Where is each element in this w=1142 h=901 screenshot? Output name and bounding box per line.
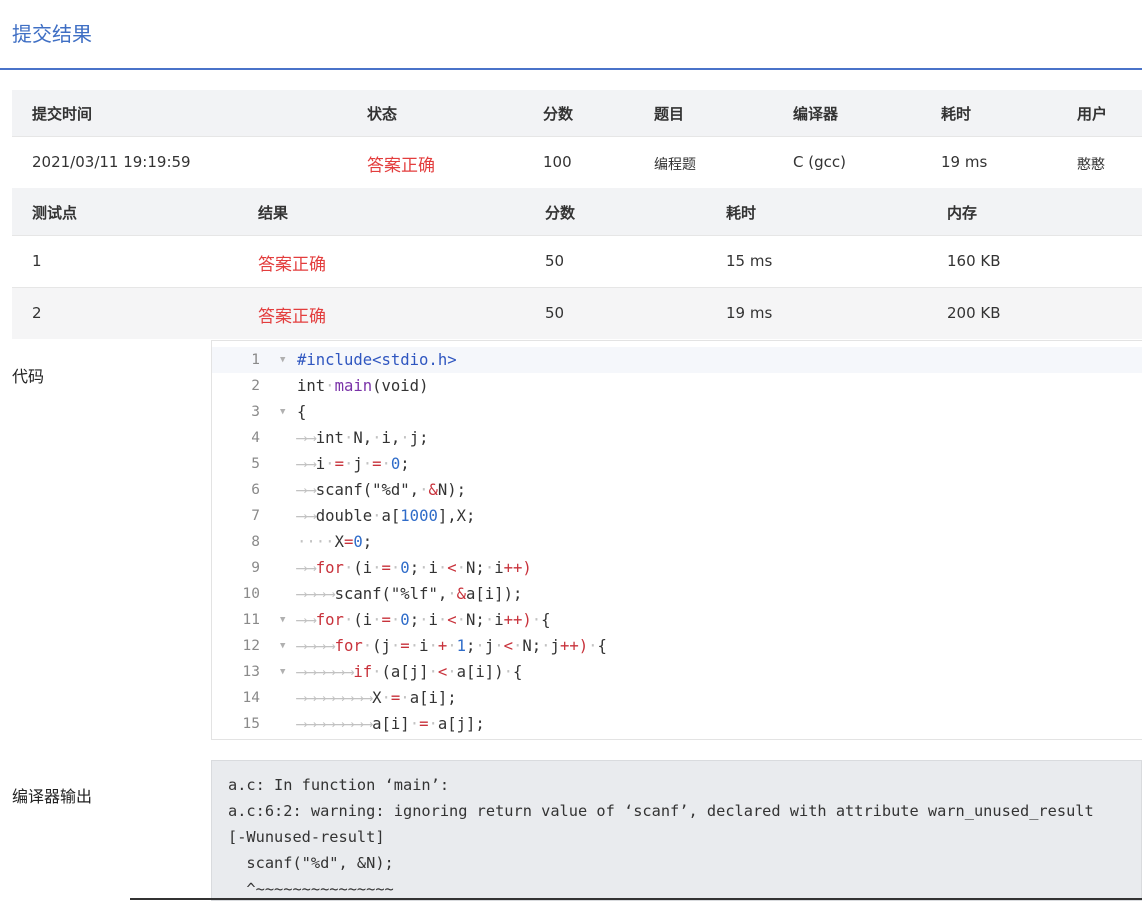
testcase-time: 19 ms — [726, 304, 773, 322]
testcase-row: 2 答案正确 50 19 ms 200 KB — [12, 287, 1142, 339]
fold-toggle-icon[interactable]: ▼ — [280, 659, 285, 685]
code-text: #include<stdio.h> — [297, 351, 457, 369]
code-line: 15 ⟶⟶⟶⟶⟶⟶⟶⟶a[i]·=·a[j]; — [212, 711, 1142, 737]
code-text: { — [297, 403, 307, 421]
line-number: 2 — [251, 378, 260, 394]
testcase-score: 50 — [545, 252, 565, 270]
submission-compiler: C (gcc) — [793, 153, 846, 171]
fold-toggle-icon[interactable]: ▼ — [280, 633, 285, 659]
line-number: 4 — [251, 430, 260, 446]
testcase-memory: 200 KB — [947, 304, 1001, 322]
line-number: 7 — [251, 508, 260, 524]
page-header: 提交结果 — [0, 0, 1142, 70]
code-text: ⟶⟶for·(i·=·0;·i·<·N;·i++)·{ — [297, 611, 551, 629]
page-title: 提交结果 — [12, 22, 92, 46]
testcase-score: 50 — [545, 304, 565, 322]
header-elapsed: 耗时 — [941, 105, 972, 123]
compiler-output: a.c: In function ‘main’: a.c:6:2: warnin… — [211, 760, 1142, 901]
code-line: 13 ▼ ⟶⟶⟶⟶⟶⟶if·(a[j]·<·a[i])·{ — [212, 659, 1142, 685]
testcase-result: 答案正确 — [258, 307, 326, 327]
header-problem: 题目 — [654, 105, 685, 123]
header-compiler: 编译器 — [793, 105, 839, 123]
line-number: 11 — [242, 612, 260, 628]
line-number: 13 — [242, 664, 260, 680]
testcase-header-row: 测试点 结果 分数 耗时 内存 — [12, 188, 1142, 235]
code-label: 代码 — [12, 367, 45, 386]
code-text: ⟶⟶int·N,·i,·j; — [297, 429, 429, 447]
code-line: 10 ⟶⟶⟶⟶scanf("%lf",·&a[i]); — [212, 581, 1142, 607]
header-tc-time: 耗时 — [726, 204, 757, 222]
code-line: 11 ▼ ⟶⟶for·(i·=·0;·i·<·N;·i++)·{ — [212, 607, 1142, 633]
submission-elapsed: 19 ms — [941, 153, 988, 171]
line-number: 9 — [251, 560, 260, 576]
header-testcase: 测试点 — [32, 204, 78, 222]
compiler-output-label: 编译器输出 — [12, 787, 93, 806]
code-text: ⟶⟶i·=·j·=·0; — [297, 455, 410, 473]
code-line: 3 ▼ { — [212, 399, 1142, 425]
header-status: 状态 — [367, 105, 398, 123]
fold-toggle-icon[interactable]: ▼ — [280, 347, 285, 373]
code-text: ⟶⟶⟶⟶⟶⟶⟶⟶a[i]·=·a[j]; — [297, 715, 485, 733]
code-line: 6 ⟶⟶scanf("%d",·&N); — [212, 477, 1142, 503]
line-number: 12 — [242, 638, 260, 654]
code-text: int·main(void) — [297, 377, 429, 395]
submission-header-row: 提交时间 状态 分数 题目 编译器 耗时 用户 — [12, 90, 1142, 136]
line-number: 6 — [251, 482, 260, 498]
line-number: 15 — [242, 716, 260, 732]
testcase-id: 2 — [32, 304, 42, 322]
header-memory: 内存 — [947, 204, 978, 222]
code-text: ⟶⟶scanf("%d",·&N); — [297, 481, 467, 499]
submission-row: 2021/03/11 19:19:59 答案正确 100 编程题 C (gcc)… — [12, 136, 1142, 188]
code-line: 8 ····X=0; — [212, 529, 1142, 555]
code-line: 7 ⟶⟶double·a[1000],X; — [212, 503, 1142, 529]
header-result: 结果 — [258, 204, 289, 222]
line-number: 10 — [242, 586, 260, 602]
fold-toggle-icon[interactable]: ▼ — [280, 399, 285, 425]
header-tc-score: 分数 — [545, 204, 576, 222]
submission-time: 2021/03/11 19:19:59 — [32, 153, 191, 171]
code-text: ⟶⟶⟶⟶⟶⟶⟶⟶X·=·a[i]; — [297, 689, 457, 707]
submission-problem[interactable]: 编程题 — [654, 154, 696, 174]
code-text: ⟶⟶double·a[1000],X; — [297, 507, 476, 525]
header-user: 用户 — [1077, 105, 1108, 123]
page-bottom-rule — [130, 898, 1142, 900]
code-text: ····X=0; — [297, 533, 373, 551]
code-line: 14 ⟶⟶⟶⟶⟶⟶⟶⟶X·=·a[i]; — [212, 685, 1142, 711]
line-number: 1 — [251, 352, 260, 368]
line-number: 14 — [242, 690, 260, 706]
testcase-result: 答案正确 — [258, 255, 326, 275]
code-line: 5 ⟶⟶i·=·j·=·0; — [212, 451, 1142, 477]
line-number: 8 — [251, 534, 260, 550]
submission-user[interactable]: 憨憨 — [1077, 154, 1105, 174]
code-text: ⟶⟶⟶⟶for·(j·=·i·+·1;·j·<·N;·j++)·{ — [297, 637, 607, 655]
code-text: ⟶⟶⟶⟶⟶⟶if·(a[j]·<·a[i])·{ — [297, 663, 523, 681]
testcase-time: 15 ms — [726, 252, 773, 270]
line-number: 5 — [251, 456, 260, 472]
fold-toggle-icon[interactable]: ▼ — [280, 607, 285, 633]
line-number: 3 — [251, 404, 260, 420]
code-line: 2 int·main(void) — [212, 373, 1142, 399]
testcase-memory: 160 KB — [947, 252, 1001, 270]
code-text: ⟶⟶⟶⟶scanf("%lf",·&a[i]); — [297, 585, 523, 603]
code-line: 9 ⟶⟶for·(i·=·0;·i·<·N;·i++) — [212, 555, 1142, 581]
code-line: 12 ▼ ⟶⟶⟶⟶for·(j·=·i·+·1;·j·<·N;·j++)·{ — [212, 633, 1142, 659]
submission-score: 100 — [543, 153, 572, 171]
code-line: 1 ▼ #include<stdio.h> — [212, 347, 1142, 373]
submission-status[interactable]: 答案正确 — [367, 151, 435, 176]
header-submit-time: 提交时间 — [32, 105, 93, 123]
code-editor[interactable]: 1 ▼ #include<stdio.h> 2 int·main(void) 3 ▼ {4 ⟶⟶… — [211, 340, 1142, 740]
testcase-row: 1 答案正确 50 15 ms 160 KB — [12, 235, 1142, 287]
code-text: ⟶⟶for·(i·=·0;·i·<·N;·i++) — [297, 559, 532, 577]
header-score: 分数 — [543, 105, 574, 123]
testcase-id: 1 — [32, 252, 42, 270]
code-line: 4 ⟶⟶int·N,·i,·j; — [212, 425, 1142, 451]
